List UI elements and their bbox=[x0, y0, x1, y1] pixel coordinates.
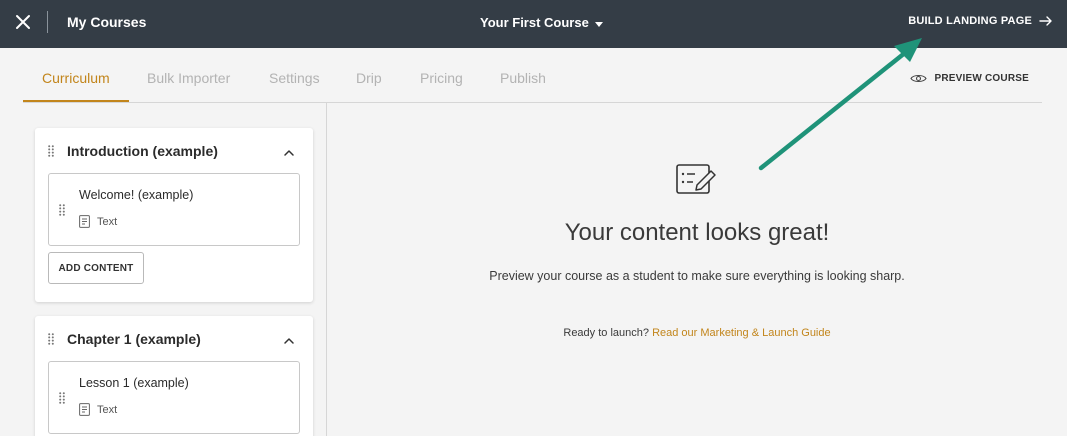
tab-pricing[interactable]: Pricing bbox=[420, 70, 463, 86]
curriculum-section: Introduction (example) Welcome! (example… bbox=[35, 128, 313, 302]
drag-handle-icon[interactable] bbox=[48, 333, 54, 345]
lesson-card[interactable]: Lesson 1 (example) Text bbox=[48, 361, 300, 434]
build-landing-page-label: BUILD LANDING PAGE bbox=[908, 15, 1032, 27]
edit-content-icon bbox=[673, 160, 719, 198]
tab-curriculum[interactable]: Curriculum bbox=[42, 70, 110, 86]
chevron-up-icon[interactable] bbox=[283, 333, 295, 344]
ready-text: Ready to launch? bbox=[563, 327, 649, 339]
drag-handle-icon[interactable] bbox=[59, 204, 65, 216]
eye-icon bbox=[909, 74, 927, 83]
preview-course-label: PREVIEW COURSE bbox=[934, 73, 1029, 84]
lesson-type: Text bbox=[79, 215, 117, 228]
lesson-type: Text bbox=[79, 403, 117, 416]
text-document-icon bbox=[79, 403, 90, 416]
section-header[interactable]: Introduction (example) bbox=[35, 128, 313, 174]
tab-settings[interactable]: Settings bbox=[269, 70, 320, 86]
main-heading: Your content looks great! bbox=[564, 219, 830, 246]
tab-publish[interactable]: Publish bbox=[500, 70, 546, 86]
course-selector-label: Your First Course bbox=[480, 15, 589, 30]
course-selector[interactable]: Your First Course bbox=[480, 15, 603, 30]
tab-drip[interactable]: Drip bbox=[356, 70, 382, 86]
my-courses-link[interactable]: My Courses bbox=[67, 14, 146, 30]
top-divider bbox=[47, 11, 48, 33]
text-document-icon bbox=[79, 215, 90, 228]
section-title: Introduction (example) bbox=[67, 143, 218, 159]
arrow-right-icon bbox=[1039, 16, 1052, 26]
build-landing-page-button[interactable]: BUILD LANDING PAGE bbox=[908, 15, 1053, 27]
active-tab-indicator bbox=[23, 100, 129, 102]
lesson-title: Welcome! (example) bbox=[79, 188, 194, 202]
section-title: Chapter 1 (example) bbox=[67, 331, 201, 347]
curriculum-section: Chapter 1 (example) Lesson 1 (example) T… bbox=[35, 316, 313, 436]
ready-to-launch: Ready to launch? Read our Marketing & La… bbox=[327, 327, 1067, 339]
add-content-button[interactable]: ADD CONTENT bbox=[48, 252, 144, 284]
tab-bulk-importer[interactable]: Bulk Importer bbox=[147, 70, 230, 86]
top-bar: My Courses Your First Course BUILD LANDI… bbox=[0, 0, 1067, 48]
course-tabs: Curriculum Bulk Importer Settings Drip P… bbox=[23, 56, 1042, 103]
marketing-guide-link[interactable]: Read our Marketing & Launch Guide bbox=[652, 327, 831, 339]
drag-handle-icon[interactable] bbox=[59, 392, 65, 404]
lesson-type-label: Text bbox=[97, 403, 118, 416]
drag-handle-icon[interactable] bbox=[48, 145, 54, 157]
chevron-up-icon[interactable] bbox=[283, 145, 295, 156]
lesson-card[interactable]: Welcome! (example) Text bbox=[48, 173, 300, 246]
lesson-title: Lesson 1 (example) bbox=[79, 376, 189, 390]
preview-course-button[interactable]: PREVIEW COURSE bbox=[909, 73, 1029, 84]
main-subtext: Preview your course as a student to make… bbox=[489, 269, 905, 283]
lesson-type-label: Text bbox=[97, 215, 118, 228]
caret-down-icon bbox=[594, 21, 603, 27]
close-icon[interactable] bbox=[13, 12, 33, 32]
section-header[interactable]: Chapter 1 (example) bbox=[35, 316, 313, 362]
